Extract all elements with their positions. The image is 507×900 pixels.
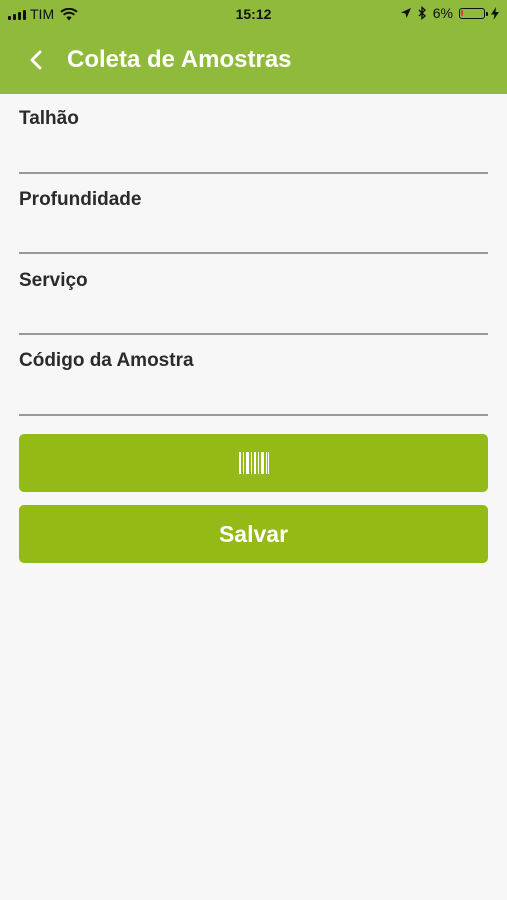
- chevron-left-icon: [30, 50, 42, 70]
- charging-bolt-icon: [491, 6, 499, 20]
- codigo-amostra-label: Código da Amostra: [19, 350, 194, 371]
- talhao-underline: [19, 172, 488, 174]
- codigo-amostra-field: Código da Amostra: [19, 350, 488, 416]
- talhao-field: Talhão: [19, 108, 488, 174]
- save-button[interactable]: Salvar: [19, 505, 488, 563]
- back-button[interactable]: [22, 46, 50, 74]
- servico-field: Serviço: [19, 270, 488, 336]
- servico-label: Serviço: [19, 270, 88, 291]
- location-arrow-icon: [400, 8, 411, 18]
- battery-level: [461, 9, 463, 16]
- battery-percent: 6%: [432, 5, 453, 21]
- talhao-input[interactable]: [19, 138, 488, 172]
- battery-icon: [459, 7, 488, 19]
- servico-input[interactable]: [19, 300, 488, 334]
- servico-underline: [19, 333, 488, 335]
- app-header: Coleta de Amostras: [0, 28, 507, 94]
- status-bar: TIM 15:12 6%: [0, 0, 507, 28]
- codigo-amostra-underline: [19, 414, 488, 416]
- profundidade-field: Profundidade: [19, 189, 488, 255]
- talhao-label: Talhão: [19, 108, 79, 129]
- barcode-icon: [238, 452, 269, 474]
- scan-barcode-button[interactable]: [19, 434, 488, 492]
- page-title: Coleta de Amostras: [67, 46, 292, 73]
- bluetooth-icon: [418, 6, 426, 20]
- profundidade-input[interactable]: [19, 219, 488, 253]
- profundidade-label: Profundidade: [19, 189, 142, 210]
- codigo-amostra-input[interactable]: [19, 380, 488, 414]
- profundidade-underline: [19, 252, 488, 254]
- status-bar-right: 6%: [400, 5, 499, 21]
